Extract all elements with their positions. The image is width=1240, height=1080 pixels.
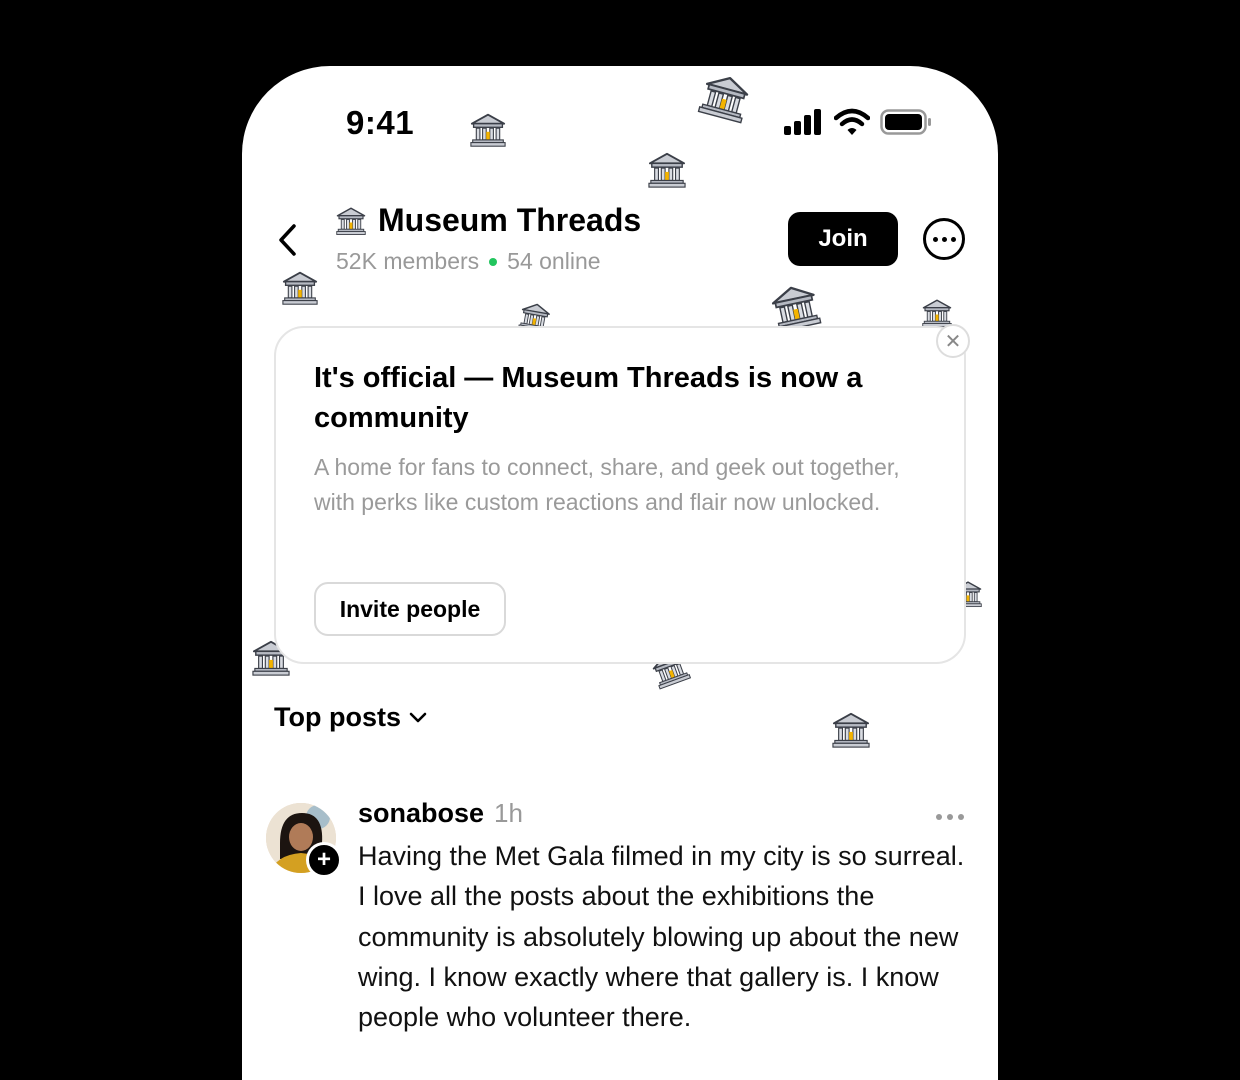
museum-icon bbox=[922, 299, 952, 328]
status-time: 9:41 bbox=[346, 104, 415, 141]
chevron-down-icon bbox=[409, 712, 427, 722]
community-title: Museum Threads bbox=[378, 202, 642, 238]
announcement-card: It's official — Museum Threads is now a … bbox=[274, 326, 966, 664]
members-count: 52K members bbox=[336, 248, 480, 274]
more-circle-icon[interactable] bbox=[923, 218, 965, 260]
post-header: sonabose 1h bbox=[358, 798, 523, 829]
sort-label: Top posts bbox=[274, 702, 401, 732]
museum-icon bbox=[697, 71, 753, 124]
museum-icon bbox=[282, 271, 318, 306]
status-icons bbox=[784, 108, 932, 136]
battery-icon bbox=[880, 109, 931, 135]
phone-screen: 9:41 Museum Threads 52K members 54 onlin… bbox=[242, 66, 998, 1080]
announcement-title: It's official — Museum Threads is now a … bbox=[314, 362, 863, 434]
close-icon[interactable]: ✕ bbox=[936, 324, 970, 358]
plus-icon[interactable]: + bbox=[306, 842, 342, 878]
post-username[interactable]: sonabose bbox=[358, 798, 484, 829]
online-dot bbox=[489, 257, 498, 266]
join-button[interactable]: Join bbox=[788, 212, 898, 266]
museum-icon bbox=[832, 712, 870, 749]
community-title-row: Museum Threads bbox=[336, 202, 641, 239]
wifi-icon bbox=[834, 108, 870, 135]
post-time: 1h bbox=[494, 798, 523, 828]
museum-icon bbox=[470, 113, 506, 148]
signal-icon bbox=[784, 109, 821, 135]
invite-people-button[interactable]: Invite people bbox=[314, 582, 506, 636]
online-count: 54 online bbox=[507, 248, 601, 274]
post-text: Having the Met Gala filmed in my city is… bbox=[358, 841, 965, 1033]
sort-dropdown[interactable]: Top posts bbox=[274, 702, 427, 733]
museum-icon bbox=[336, 207, 366, 235]
announcement-body: A home for fans to connect, share, and g… bbox=[314, 454, 900, 515]
chevron-left-icon[interactable] bbox=[276, 222, 300, 258]
more-horizontal-icon[interactable] bbox=[936, 814, 964, 820]
community-meta: 52K members 54 online bbox=[336, 248, 601, 275]
museum-icon bbox=[648, 152, 686, 189]
